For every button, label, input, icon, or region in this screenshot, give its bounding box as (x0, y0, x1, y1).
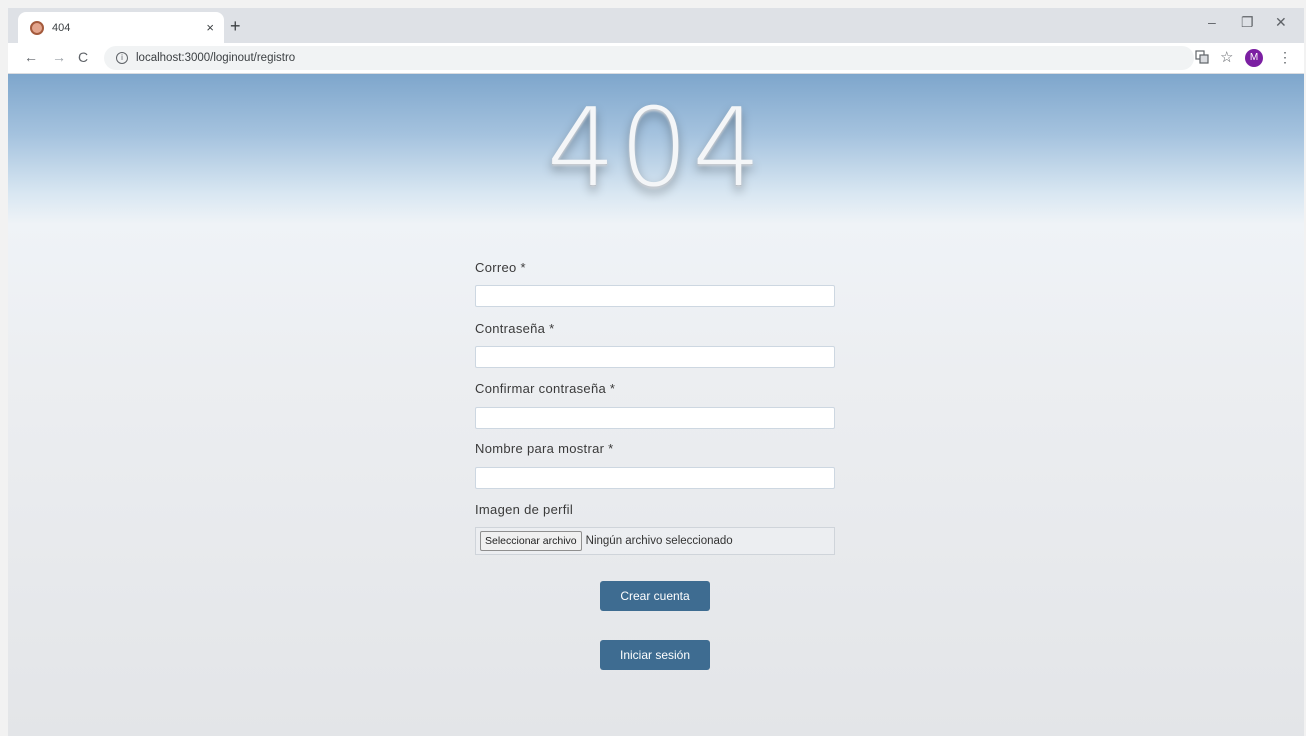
password-field[interactable] (475, 346, 835, 368)
back-icon[interactable]: ← (24, 49, 38, 65)
confirm-password-field[interactable] (475, 407, 835, 429)
tab-title: 404 (52, 21, 71, 34)
tab-strip: 404 × + – ❐ ✕ (8, 8, 1304, 43)
url-text: localhost:3000/loginout/registro (136, 52, 296, 64)
hero-404: 404 (546, 86, 766, 211)
address-bar[interactable]: i localhost:3000/loginout/registro (104, 46, 1194, 70)
profile-image-input[interactable]: Seleccionar archivo Ningún archivo selec… (475, 527, 835, 555)
forward-icon[interactable]: → (52, 49, 66, 65)
close-window-icon[interactable]: ✕ (1275, 14, 1287, 31)
email-label: Correo * (475, 260, 526, 275)
password-label: Contraseña * (475, 321, 555, 336)
browser-toolbar: ← → C i localhost:3000/loginout/registro… (8, 43, 1304, 74)
profile-image-label: Imagen de perfil (475, 502, 574, 517)
email-field[interactable] (475, 285, 835, 307)
translate-icon[interactable] (1195, 50, 1209, 67)
info-icon[interactable]: i (116, 52, 128, 64)
login-button[interactable]: Iniciar sesión (600, 640, 710, 670)
browser-window: 404 × + – ❐ ✕ ← → C i localhost:3000/log… (8, 8, 1304, 736)
tab-active[interactable]: 404 × (18, 12, 224, 43)
display-name-label: Nombre para mostrar * (475, 441, 614, 456)
file-status-text: Ningún archivo seleccionado (585, 535, 733, 547)
profile-avatar[interactable]: M (1245, 49, 1263, 67)
maximize-icon[interactable]: ❐ (1241, 14, 1254, 31)
bookmark-star-icon[interactable]: ☆ (1220, 48, 1233, 66)
choose-file-button[interactable]: Seleccionar archivo (480, 531, 582, 551)
new-tab-button[interactable]: + (230, 16, 241, 37)
create-account-button[interactable]: Crear cuenta (600, 581, 710, 611)
tab-close-icon[interactable]: × (206, 20, 214, 35)
page-content: 404 Correo * Contraseña * Confirmar cont… (8, 74, 1304, 736)
minimize-icon[interactable]: – (1208, 14, 1216, 30)
confirm-password-label: Confirmar contraseña * (475, 381, 616, 396)
favicon-icon (30, 20, 44, 35)
menu-icon[interactable]: ⋮ (1278, 49, 1292, 66)
display-name-field[interactable] (475, 467, 835, 489)
reload-icon[interactable]: C (78, 49, 88, 65)
